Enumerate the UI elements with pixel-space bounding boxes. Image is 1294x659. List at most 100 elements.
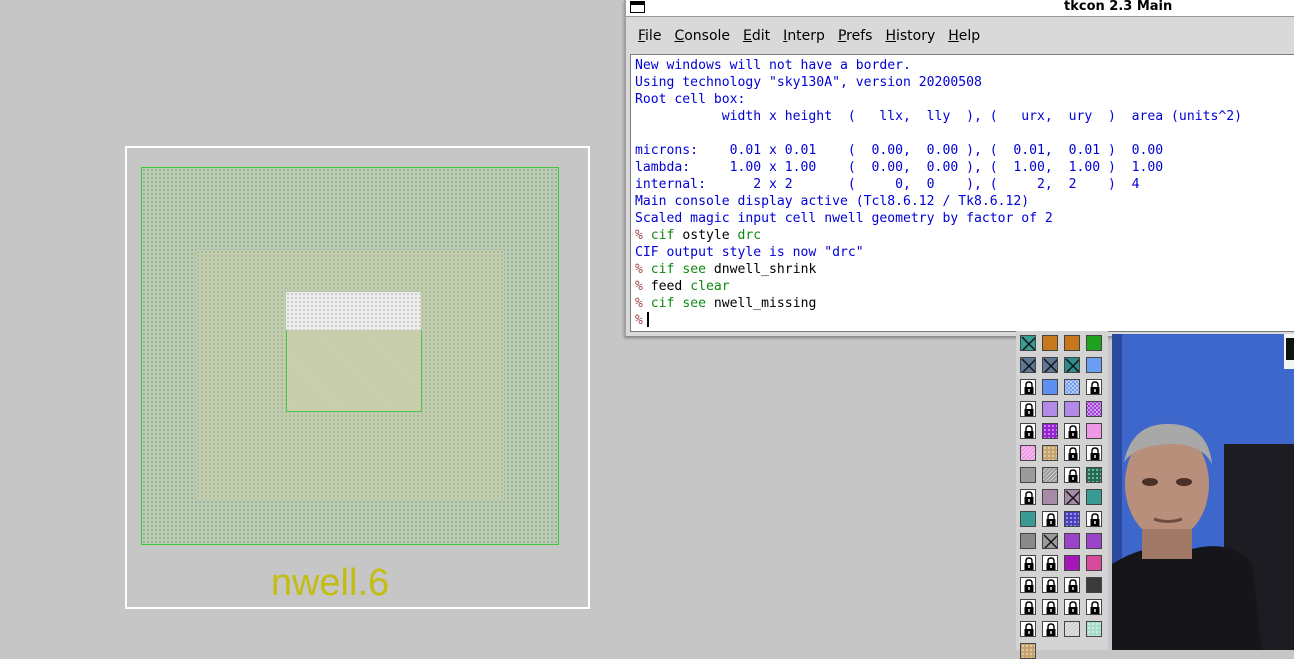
console-argument: feed — [650, 279, 683, 294]
menu-label: ile — [645, 28, 662, 44]
locked-layer-icon[interactable] — [1020, 489, 1036, 505]
console-argument: ostyle — [682, 228, 730, 243]
locked-layer-icon[interactable] — [1020, 423, 1036, 439]
layer-swatch-icon[interactable] — [1042, 357, 1058, 373]
locked-layer-icon[interactable] — [1086, 445, 1102, 461]
console-output-text: microns: 0.01 x 0.01 ( 0.00, 0.00 ), ( 0… — [635, 143, 1164, 158]
console-line: Main console display active (Tcl8.6.12 /… — [635, 193, 1294, 210]
layer-swatch-icon[interactable] — [1064, 555, 1080, 571]
layer-swatch-icon[interactable] — [1042, 445, 1058, 461]
console-line: % feed clear — [635, 278, 1294, 295]
layer-swatch-icon[interactable] — [1064, 357, 1080, 373]
layer-swatch-icon[interactable] — [1042, 379, 1058, 395]
layer-swatch-icon[interactable] — [1020, 643, 1036, 659]
menu-label: istory — [895, 28, 936, 44]
layer-swatch-icon[interactable] — [1086, 401, 1102, 417]
layer-swatch-icon[interactable] — [1020, 445, 1036, 461]
menu-file[interactable]: File — [638, 28, 661, 44]
layer-swatch-icon[interactable] — [1064, 401, 1080, 417]
locked-layer-icon[interactable] — [1042, 577, 1058, 593]
locked-layer-icon[interactable] — [1042, 511, 1058, 527]
locked-layer-icon[interactable] — [1086, 379, 1102, 395]
layer-swatch-icon[interactable] — [1086, 335, 1102, 351]
menu-console[interactable]: Console — [674, 28, 730, 44]
menu-prefs[interactable]: Prefs — [838, 28, 873, 44]
locked-layer-icon[interactable] — [1042, 599, 1058, 615]
console-argument: dnwell_shrink — [713, 262, 817, 277]
layer-swatch-icon[interactable] — [1020, 357, 1036, 373]
layer-swatch-icon[interactable] — [1086, 621, 1102, 637]
layer-swatch-icon[interactable] — [1042, 335, 1058, 351]
console-output-text: lambda: 1.00 x 1.00 ( 0.00, 0.00 ), ( 1.… — [635, 160, 1164, 175]
menu-label: elp — [958, 28, 981, 44]
locked-layer-icon[interactable] — [1086, 511, 1102, 527]
console-line: microns: 0.01 x 0.01 ( 0.00, 0.00 ), ( 0… — [635, 142, 1294, 159]
layer-swatch-icon[interactable] — [1086, 555, 1102, 571]
menu-edit[interactable]: Edit — [743, 28, 770, 44]
console-line: Root cell box: — [635, 91, 1294, 108]
layer-swatch-icon[interactable] — [1020, 467, 1036, 483]
layer-swatch-icon[interactable] — [1064, 379, 1080, 395]
layer-swatch-icon[interactable] — [1042, 533, 1058, 549]
locked-layer-icon[interactable] — [1064, 423, 1080, 439]
console-output[interactable]: New windows will not have a border. Using… — [630, 54, 1294, 332]
menu-mnemonic: E — [743, 28, 752, 44]
window-menu-icon[interactable] — [630, 1, 645, 13]
locked-layer-icon[interactable] — [1020, 577, 1036, 593]
layer-swatch-icon[interactable] — [1020, 533, 1036, 549]
layer-swatch-icon[interactable] — [1042, 401, 1058, 417]
menu-interp[interactable]: Interp — [783, 28, 825, 44]
locked-layer-icon[interactable] — [1020, 621, 1036, 637]
console-line: % — [635, 312, 1294, 329]
layer-palette — [1016, 331, 1108, 659]
console-output-text: internal: 2 x 2 ( 0, 0 ), ( 2, 2 ) 4 — [635, 177, 1140, 192]
layer-swatch-icon[interactable] — [1086, 467, 1102, 483]
layer-swatch-icon[interactable] — [1042, 467, 1058, 483]
locked-layer-icon[interactable] — [1020, 379, 1036, 395]
locked-layer-icon[interactable] — [1064, 467, 1080, 483]
menu-mnemonic: F — [638, 28, 646, 44]
layer-swatch-icon[interactable] — [1064, 511, 1080, 527]
locked-layer-icon[interactable] — [1020, 555, 1036, 571]
layer-swatch-icon[interactable] — [1064, 489, 1080, 505]
console-command: cif — [650, 228, 675, 243]
locked-layer-icon[interactable] — [1042, 621, 1058, 637]
console-prompt: % — [635, 228, 643, 243]
locked-layer-icon[interactable] — [1064, 599, 1080, 615]
dnwell-region[interactable] — [286, 292, 421, 330]
layer-swatch-icon[interactable] — [1086, 423, 1102, 439]
console-line: width x height ( llx, lly ), ( urx, ury … — [635, 108, 1294, 125]
console-line: CIF output style is now "drc" — [635, 244, 1294, 261]
layer-swatch-icon[interactable] — [1064, 533, 1080, 549]
layer-swatch-icon[interactable] — [1020, 335, 1036, 351]
tkcon-window[interactable]: tkcon 2.3 Main File Console Edit Interp Pref… — [624, 0, 1294, 336]
text-cursor[interactable] — [646, 312, 649, 327]
layer-swatch-icon[interactable] — [1020, 511, 1036, 527]
layer-swatch-icon[interactable] — [1086, 577, 1102, 593]
locked-layer-icon[interactable] — [1042, 555, 1058, 571]
console-keyword: drc — [737, 228, 762, 243]
layer-swatch-icon[interactable] — [1086, 357, 1102, 373]
window-titlebar[interactable]: tkcon 2.3 Main — [626, 0, 1294, 17]
console-argument: nwell_missing — [713, 296, 817, 311]
layer-swatch-icon[interactable] — [1086, 533, 1102, 549]
nwell-missing-region[interactable] — [286, 330, 422, 412]
menu-help[interactable]: Help — [948, 28, 980, 44]
locked-layer-icon[interactable] — [1064, 445, 1080, 461]
layer-swatch-icon[interactable] — [1064, 621, 1080, 637]
locked-layer-icon[interactable] — [1064, 577, 1080, 593]
menu-history[interactable]: History — [885, 28, 935, 44]
console-line: % cif see nwell_missing — [635, 295, 1294, 312]
locked-layer-icon[interactable] — [1020, 401, 1036, 417]
console-command: cif see — [650, 296, 706, 311]
locked-layer-icon[interactable] — [1086, 599, 1102, 615]
layer-swatch-icon[interactable] — [1064, 335, 1080, 351]
locked-layer-icon[interactable] — [1020, 599, 1036, 615]
console-line: % cif ostyle drc — [635, 227, 1294, 244]
console-prompt: % — [635, 262, 643, 277]
menu-mnemonic: C — [674, 28, 685, 44]
layer-swatch-icon[interactable] — [1042, 489, 1058, 505]
menu-mnemonic: H — [948, 28, 959, 44]
layer-swatch-icon[interactable] — [1042, 423, 1058, 439]
layer-swatch-icon[interactable] — [1086, 489, 1102, 505]
